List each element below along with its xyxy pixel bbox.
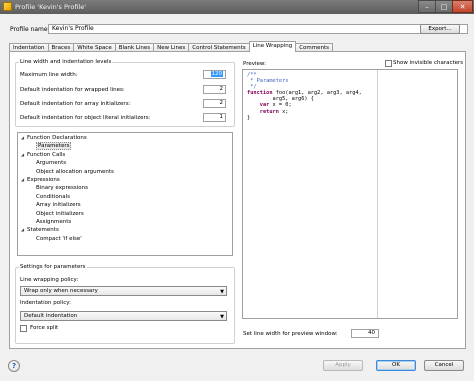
tree-node-label: Assignments [36,219,72,225]
tree-node[interactable]: Array initializers [30,202,81,208]
tree-node[interactable]: Assignments [30,219,71,225]
object-indent-input[interactable]: 1 [203,113,226,122]
tree-node[interactable]: Compact 'if else' [30,236,82,242]
line-width-group-title: Line width and indentation levels [19,59,113,65]
help-icon[interactable]: ? [8,360,20,372]
force-split-checkbox[interactable] [20,325,27,332]
apply-button[interactable]: Apply [323,360,363,371]
tree-node[interactable]: Conditionals [30,194,70,200]
indentation-policy-select[interactable]: Default indentation ▼ [20,311,227,321]
ok-button[interactable]: OK [376,360,416,371]
max-line-width-value: 120 [210,71,223,77]
max-line-width-label: Maximum line width: [20,72,78,78]
tree-node[interactable]: Binary expressions [30,185,88,191]
settings-group-title: Settings for parameters [19,264,87,270]
preview-pane[interactable]: /** * Parameters */function foo(arg1, ar… [242,69,458,319]
tree-node-label: Binary expressions [36,185,88,192]
tree-node-label: Object allocation arguments [36,168,114,175]
tab-line-wrapping[interactable]: Line Wrapping [248,41,297,52]
array-indent-label: Default indentation for array initialize… [20,101,131,107]
show-invisible-label: Show invisible characters [393,60,464,66]
tree-node[interactable]: Object initializers [30,211,84,217]
tree-node-label: Array initializers [36,202,81,209]
tree-node-label: Statements [27,227,59,234]
force-split-label: Force split [30,325,59,331]
profile-name-input[interactable]: Kevin's Profile [48,24,468,34]
preview-label: Preview: [243,61,266,67]
preview-code: /** * Parameters */function foo(arg1, ar… [247,72,362,121]
object-indent-label: Default indentation for object literal i… [20,115,151,121]
window-title: Profile 'Kevin's Profile' [15,3,87,11]
code-line: } [247,114,251,121]
tree-node[interactable]: Parameters [30,142,72,151]
tree-node[interactable]: ◢ Function Declarations [21,135,87,141]
wrapping-policy-select[interactable]: Wrap only when necessary ▼ [20,286,227,296]
profile-name-label: Profile name: [10,26,50,33]
wrapped-indent-label: Default indentation for wrapped lines: [20,87,125,93]
chevron-down-icon: ▼ [220,289,224,295]
tree-node-label: Expressions [27,177,60,183]
tree-node-label: Conditionals [36,193,71,200]
preview-line-width-input[interactable]: 40 [351,329,379,338]
minimize-button[interactable]: – [418,0,436,13]
max-line-width-input[interactable]: 120 [203,70,226,79]
tree-node[interactable]: Arguments [30,160,66,166]
wrapped-indent-input[interactable]: 2 [203,85,226,94]
export-button[interactable]: Export... [420,24,460,34]
tree-node[interactable]: Object allocation arguments [30,169,114,175]
title-bar: Profile 'Kevin's Profile' – □ ✕ [0,0,474,14]
show-invisible-checkbox[interactable] [385,60,392,67]
tree-node-label: Arguments [36,160,67,167]
tree-node-label: Function Declarations [27,135,87,141]
indentation-policy-label: Indentation policy: [20,300,71,306]
wrapping-policy-label: Line wrapping policy: [20,277,79,283]
indentation-policy-value: Default indentation [24,313,78,319]
array-indent-input[interactable]: 2 [203,99,226,108]
chevron-down-icon: ▼ [220,314,224,320]
maximize-button[interactable]: □ [435,0,453,13]
wrapping-policy-value: Wrap only when necessary [24,288,98,294]
cancel-button[interactable]: Cancel [424,360,464,371]
tree-node-label: Compact 'if else' [36,235,82,242]
tree-node[interactable]: ◢ Function Calls [21,152,65,158]
tree-node-label: Parameters [36,142,72,151]
app-icon [3,2,12,11]
preview-line-width-label: Set line width for preview window: [243,331,338,337]
tree-node[interactable]: ◢ Expressions [21,177,60,183]
tree-node-label: Object initializers [36,210,84,217]
tree-node-label: Function Calls [27,151,66,158]
close-button[interactable]: ✕ [452,0,473,13]
preview-margin-line [377,70,378,318]
tree-node[interactable]: ◢ Statements [21,227,59,233]
wrapping-category-tree[interactable]: ◢ Function Declarations Parameters ◢ Functio… [17,132,233,256]
